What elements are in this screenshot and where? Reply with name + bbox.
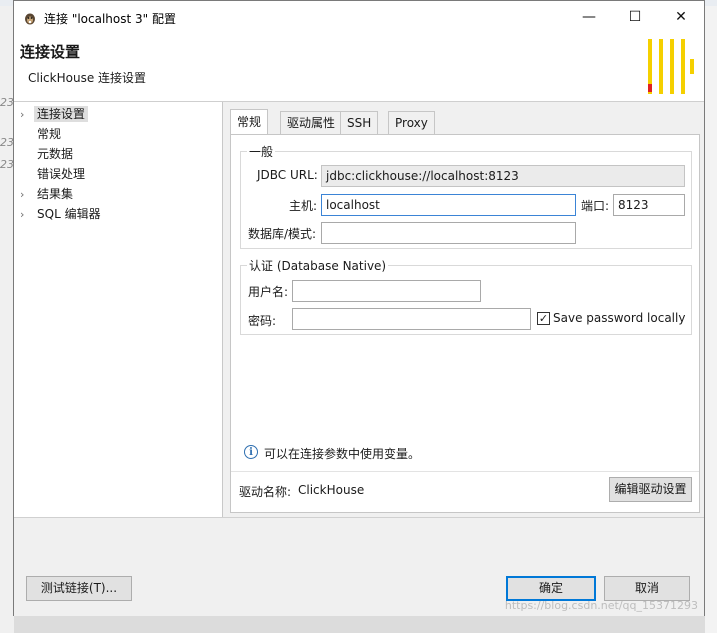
driver-name-label: 驱动名称: [239, 485, 292, 499]
nav-item-result-sets[interactable]: › 结果集 [20, 185, 76, 204]
chevron-right-icon[interactable]: › [20, 185, 34, 204]
auth-group-legend: 认证 (Database Native) [247, 257, 389, 274]
maximize-icon: ☐ [628, 9, 642, 25]
general-group-legend: 一般 [247, 143, 276, 160]
tab-panel-general: 一般 JDBC URL: jdbc:clickhouse://localhost… [230, 134, 700, 513]
settings-content: 常规 驱动属性 SSH Proxy 一般 JDBC URL: jdbc:clic… [224, 102, 704, 517]
page-subtitle: ClickHouse 连接设置 [28, 71, 147, 85]
test-connection-button[interactable]: 测试链接(T)... [26, 576, 132, 601]
nav-item-connection-settings[interactable]: › 连接设置 [20, 105, 89, 124]
background-number: 23 [0, 96, 14, 109]
password-field[interactable] [292, 308, 531, 330]
tab-proxy[interactable]: Proxy [388, 111, 435, 134]
username-label: 用户名: [248, 285, 289, 299]
title-bar[interactable]: 连接 "localhost 3" 配置 — ☐ ✕ [14, 1, 704, 34]
clickhouse-logo [648, 39, 694, 94]
save-password-label[interactable]: Save password locally [553, 311, 685, 325]
watermark-text: https://blog.csdn.net/qq_15371293 [504, 599, 698, 612]
close-icon: ✕ [675, 9, 687, 25]
username-field[interactable] [292, 280, 481, 302]
database-label: 数据库/模式: [248, 227, 317, 241]
host-label: 主机: [289, 199, 318, 213]
nav-item-error-handling[interactable]: 错误处理 [34, 165, 88, 184]
nav-item-sql-editor[interactable]: › SQL 编辑器 [20, 205, 104, 224]
background-number: 23 [0, 136, 14, 149]
jdbc-url-field[interactable]: jdbc:clickhouse://localhost:8123 [321, 165, 685, 187]
save-password-checkbox[interactable]: ✓ [537, 312, 550, 325]
close-button[interactable]: ✕ [658, 1, 704, 34]
tab-general[interactable]: 常规 [230, 109, 269, 135]
edit-driver-settings-button[interactable]: 编辑驱动设置 [609, 477, 692, 502]
connection-config-dialog: 连接 "localhost 3" 配置 — ☐ ✕ 连接设置 ClickHous… [13, 0, 705, 616]
page-title: 连接设置 [20, 43, 81, 61]
driver-name-value: ClickHouse [298, 483, 365, 497]
tab-driver-properties[interactable]: 驱动属性 [280, 111, 343, 134]
nav-item-general[interactable]: 常规 [34, 125, 64, 144]
window-title: 连接 "localhost 3" 配置 [44, 12, 176, 26]
info-icon: i [244, 445, 258, 459]
database-field[interactable] [321, 222, 576, 244]
password-label: 密码: [248, 314, 277, 328]
dialog-header: 连接设置 ClickHouse 连接设置 [14, 34, 704, 102]
dialog-button-bar: 测试链接(T)... 确定 取消 https://blog.csdn.net/q… [14, 517, 704, 616]
host-field[interactable]: localhost [321, 194, 576, 216]
minimize-button[interactable]: — [566, 1, 612, 34]
auth-group: 认证 (Database Native) 用户名: 密码: ✓ Save pas… [240, 257, 692, 335]
nav-item-label: 连接设置 [34, 106, 89, 122]
check-icon: ✓ [538, 312, 549, 325]
nav-item-metadata[interactable]: 元数据 [34, 145, 76, 164]
chevron-right-icon[interactable]: › [20, 105, 34, 124]
divider [231, 471, 699, 472]
port-field[interactable]: 8123 [613, 194, 685, 216]
port-label: 端口: [581, 199, 610, 213]
dbeaver-icon [25, 13, 35, 25]
background-app-left: 23 23 23 [0, 6, 14, 633]
minimize-icon: — [582, 9, 596, 25]
general-group: 一般 JDBC URL: jdbc:clickhouse://localhost… [240, 143, 692, 249]
ok-button[interactable]: 确定 [506, 576, 596, 601]
chevron-right-icon[interactable]: › [20, 205, 34, 224]
cancel-button[interactable]: 取消 [604, 576, 690, 601]
background-number: 23 [0, 158, 14, 171]
nav-item-label: SQL 编辑器 [37, 207, 101, 221]
nav-item-label: 常规 [37, 127, 62, 141]
background-app-right [705, 6, 717, 633]
jdbc-url-label: JDBC URL: [257, 168, 318, 182]
settings-nav-tree: › 连接设置 常规 元数据 错误处理 › 结果集 › SQL 编辑器 [14, 102, 223, 517]
maximize-button-visible[interactable]: ☐ [612, 1, 658, 34]
nav-item-label: 元数据 [37, 147, 74, 161]
tab-ssh[interactable]: SSH [340, 111, 379, 134]
info-text: 可以在连接参数中使用变量。 [264, 447, 421, 461]
nav-item-label: 错误处理 [37, 167, 86, 181]
nav-item-label: 结果集 [37, 187, 74, 201]
